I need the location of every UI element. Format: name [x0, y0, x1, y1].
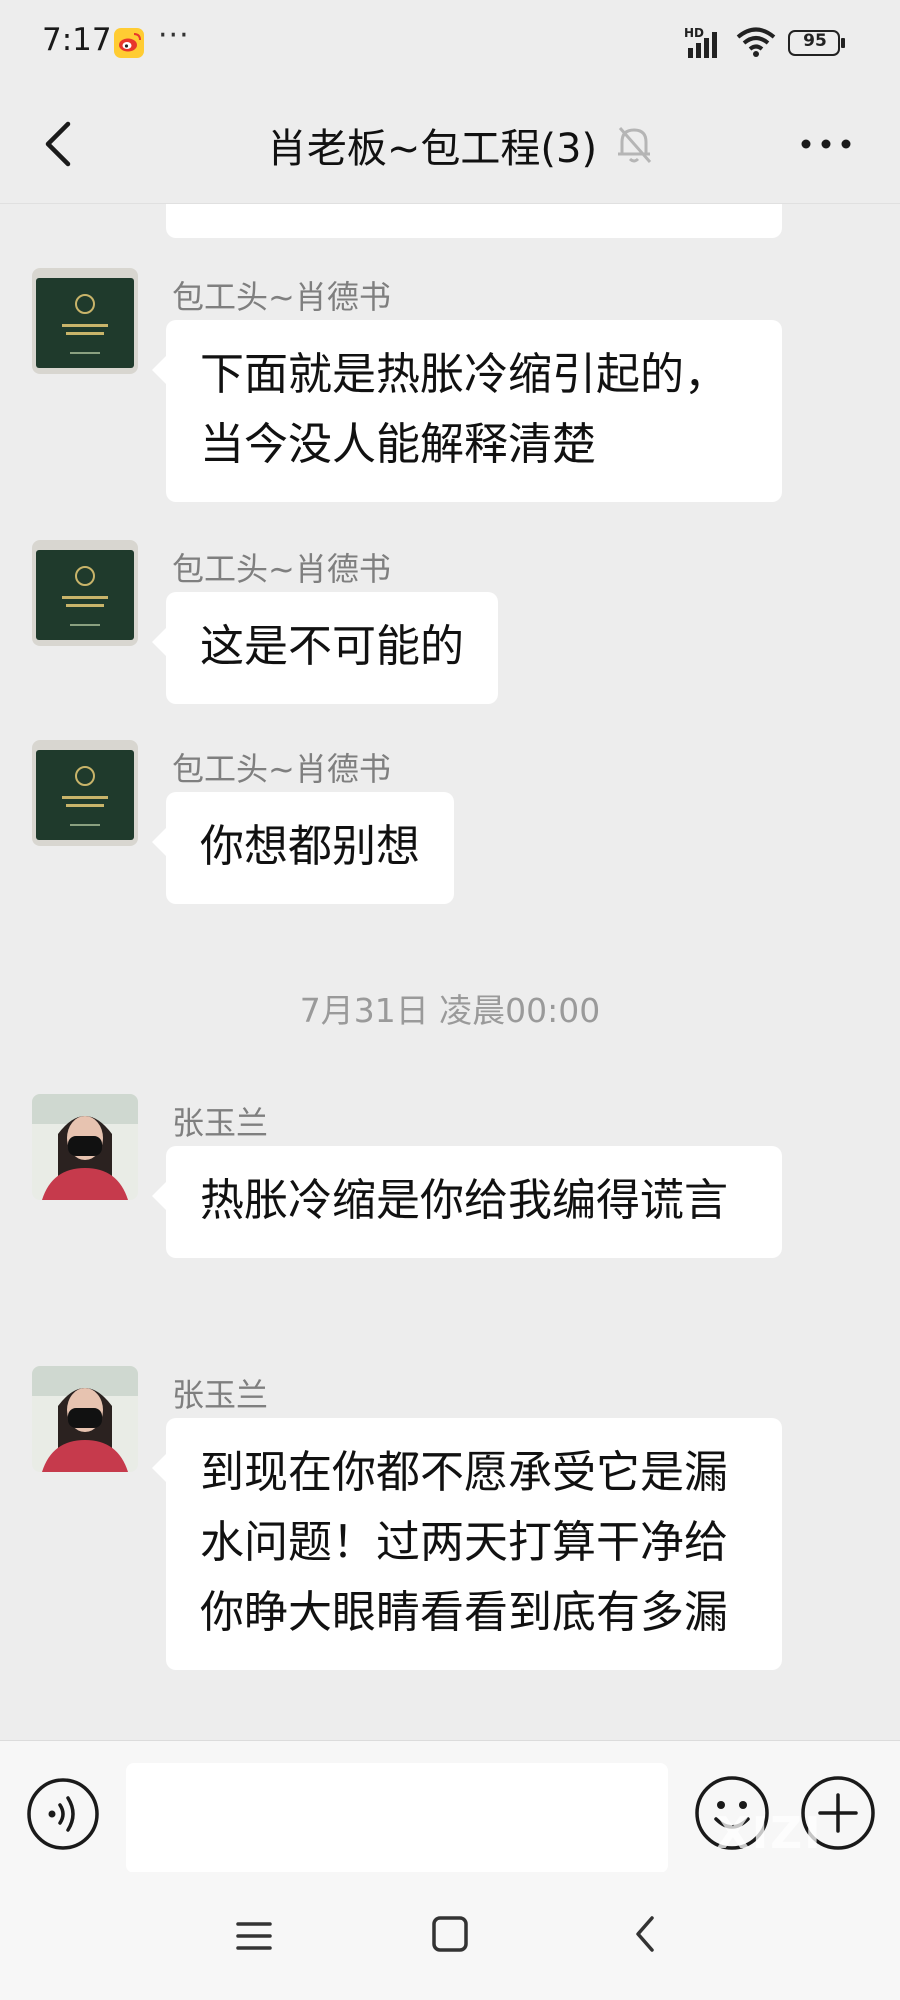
message-bubble[interactable]: 你想都别想 [152, 792, 454, 904]
signal-icon [688, 32, 717, 58]
sender-name: 包工头~肖德书 [172, 550, 391, 588]
system-navigation-bar [0, 1872, 900, 2000]
recent-apps-icon[interactable] [232, 1916, 276, 1956]
status-more-dots: ··· [158, 18, 190, 53]
voice-input-button[interactable] [26, 1777, 100, 1851]
wifi-icon [736, 27, 776, 57]
sender-name: 包工头~肖德书 [172, 750, 391, 788]
sender-name: 张玉兰 [172, 1376, 269, 1414]
message-text-input[interactable] [126, 1763, 668, 1873]
status-time: 7:17 [42, 22, 112, 58]
message-timestamp: 7月31日 凌晨00:00 [299, 991, 601, 1030]
message-bubble[interactable]: 到现在你都不愿承受它是漏水问题！过两天打算干净给你睁大眼睛看看到底有多漏 [152, 1418, 782, 1670]
chat-message-list[interactable]: 包工头~肖德书 下面就是热胀冷缩引起的，当今没人能解释清楚 包工头~肖德书 这是… [0, 204, 900, 1740]
more-options-button[interactable] [796, 116, 856, 172]
avatar-passport-icon[interactable] [32, 268, 138, 374]
avatar-user-photo[interactable] [32, 1366, 138, 1472]
chat-header: 肖老板~包工程(3) [0, 86, 900, 204]
message-bubble[interactable]: 这是不可能的 [152, 592, 498, 704]
system-back-icon[interactable] [630, 1910, 660, 1958]
mute-bell-icon [618, 127, 652, 163]
avatar-passport-icon[interactable] [32, 540, 138, 646]
status-bar: 7:17 ··· HD 95 [0, 0, 900, 86]
chat-title-text: 肖老板~包工程(3) [266, 126, 598, 172]
battery-level: 95 [803, 31, 827, 51]
sender-name: 张玉兰 [172, 1104, 269, 1142]
avatar-user-photo[interactable] [32, 1094, 138, 1200]
message-bubble[interactable]: 热胀冷缩是你给我编得谎言 [152, 1146, 782, 1258]
sender-name: 包工头~肖德书 [172, 278, 391, 316]
chat-title: 肖老板~包工程(3) [0, 116, 900, 174]
home-icon[interactable] [428, 1912, 472, 1956]
weibo-icon [114, 28, 144, 58]
partial-message-bubble [166, 204, 782, 238]
message-bubble[interactable]: 下面就是热胀冷缩引起的，当今没人能解释清楚 [152, 320, 782, 502]
avatar-passport-icon[interactable] [32, 740, 138, 846]
watermark-logo: XIZI [716, 1808, 823, 1859]
